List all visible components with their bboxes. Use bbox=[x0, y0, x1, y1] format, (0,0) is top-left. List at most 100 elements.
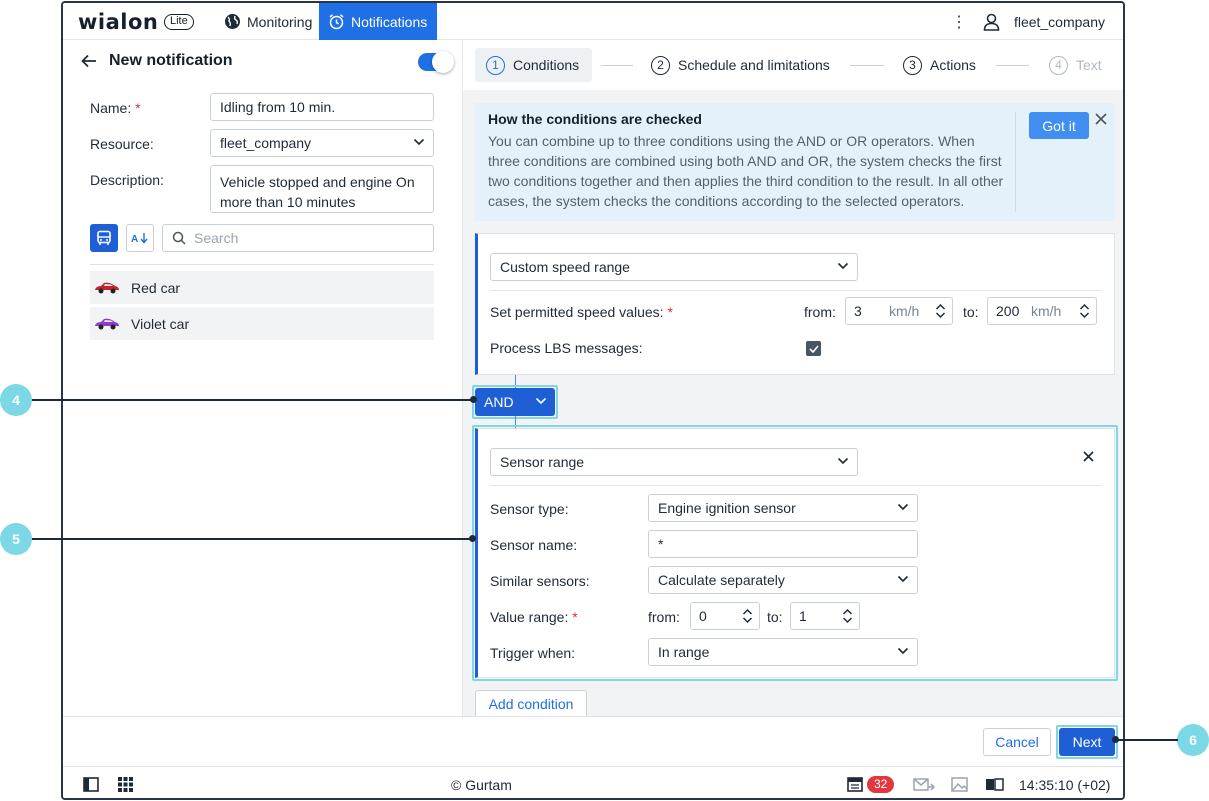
nav-notifications-label: Notifications bbox=[351, 13, 428, 30]
callout-badge: 4 bbox=[0, 384, 32, 416]
enabled-toggle[interactable] bbox=[418, 51, 454, 73]
status-bar: © Gurtam 32 14:35:10 (+02) bbox=[63, 766, 1123, 798]
sensor-name-input[interactable]: * bbox=[648, 530, 918, 558]
speed-from-input[interactable]: 3 km/h bbox=[845, 297, 953, 325]
back-arrow-icon[interactable] bbox=[81, 54, 97, 68]
lbs-label: Process LBS messages: bbox=[490, 340, 643, 356]
unit-list-item[interactable]: Violet car bbox=[90, 307, 434, 340]
unit-list-item[interactable]: Red car bbox=[90, 271, 434, 304]
wizard-steps: 1 Conditions 2 Schedule and limitations … bbox=[463, 40, 1123, 90]
condition-card-sensor: Sensor range Sensor type: Engine ignitio… bbox=[475, 428, 1115, 678]
chevron-down-icon bbox=[837, 262, 849, 270]
operator-select[interactable]: AND bbox=[475, 388, 555, 416]
step-connector bbox=[996, 65, 1029, 66]
search-icon bbox=[172, 231, 186, 245]
step-actions[interactable]: 3 Actions bbox=[903, 48, 976, 82]
unit-name: Violet car bbox=[131, 315, 190, 332]
top-right-area: ⋮ fleet_company bbox=[949, 3, 1105, 40]
stepper-icon[interactable] bbox=[935, 302, 946, 320]
events-icon[interactable] bbox=[847, 777, 863, 792]
search-input[interactable]: Search bbox=[162, 224, 434, 252]
name-input[interactable]: Idling from 10 min. bbox=[210, 93, 434, 121]
red-car-icon bbox=[95, 282, 119, 293]
page-title: New notification bbox=[109, 52, 233, 69]
sensor-type-select[interactable]: Engine ignition sensor bbox=[648, 494, 918, 522]
sensor-name-label: Sensor name: bbox=[490, 537, 578, 553]
speed-to-input[interactable]: 200 km/h bbox=[987, 297, 1097, 325]
range-to-label: to: bbox=[767, 609, 783, 625]
speed-label: Set permitted speed values: * bbox=[490, 304, 673, 320]
lbs-checkbox[interactable] bbox=[806, 341, 821, 356]
condition-type-select[interactable]: Custom speed range bbox=[490, 253, 858, 281]
image-icon[interactable] bbox=[951, 777, 968, 792]
trigger-when-select[interactable]: In range bbox=[648, 638, 918, 666]
wizard-panel: 1 Conditions 2 Schedule and limitations … bbox=[463, 40, 1123, 716]
condition-type-select[interactable]: Sensor range bbox=[490, 448, 858, 476]
stepper-icon[interactable] bbox=[842, 607, 853, 625]
wizard-footer: Cancel Next bbox=[63, 716, 1123, 766]
remove-condition-icon[interactable] bbox=[1083, 451, 1094, 462]
chevron-down-icon bbox=[897, 503, 909, 511]
copyright: © Gurtam bbox=[451, 777, 512, 793]
description-textarea[interactable]: Vehicle stopped and engine On more than … bbox=[210, 165, 434, 213]
apps-grid-icon[interactable] bbox=[118, 777, 133, 792]
username[interactable]: fleet_company bbox=[1014, 14, 1105, 30]
book-icon[interactable] bbox=[985, 778, 1004, 791]
svg-text:A: A bbox=[131, 234, 138, 244]
bus-icon bbox=[97, 230, 111, 245]
close-icon[interactable] bbox=[1095, 113, 1107, 125]
step-schedule[interactable]: 2 Schedule and limitations bbox=[651, 48, 830, 82]
sensor-type-label: Sensor type: bbox=[490, 501, 569, 517]
callout-dot bbox=[1112, 736, 1119, 743]
user-icon[interactable] bbox=[983, 13, 1000, 31]
range-from-label: from: bbox=[648, 609, 680, 625]
range-from-input[interactable]: 0 bbox=[690, 602, 760, 630]
chevron-down-icon bbox=[413, 138, 425, 146]
divider bbox=[490, 485, 1101, 486]
info-banner: How the conditions are checked You can c… bbox=[475, 103, 1115, 221]
step-conditions[interactable]: 1 Conditions bbox=[475, 48, 593, 82]
violet-car-icon bbox=[95, 318, 119, 329]
events-count-badge: 32 bbox=[867, 776, 895, 793]
add-condition-button[interactable]: Add condition bbox=[475, 690, 587, 716]
callout-line bbox=[32, 399, 473, 401]
stepper-icon[interactable] bbox=[742, 607, 753, 625]
mail-forward-icon[interactable] bbox=[913, 778, 935, 792]
range-to-input[interactable]: 1 bbox=[790, 602, 860, 630]
speed-from-label: from: bbox=[804, 304, 836, 320]
nav-monitoring[interactable]: Monitoring bbox=[215, 3, 321, 40]
value-range-label: Value range: * bbox=[490, 609, 578, 625]
resource-select[interactable]: fleet_company bbox=[210, 129, 434, 157]
chevron-down-icon bbox=[897, 647, 909, 655]
resource-label: Resource: bbox=[90, 136, 154, 152]
wialon-logo[interactable]: wialon bbox=[78, 10, 158, 34]
chevron-down-icon bbox=[837, 457, 849, 465]
cancel-button[interactable]: Cancel bbox=[983, 728, 1051, 756]
similar-sensors-select[interactable]: Calculate separately bbox=[648, 566, 918, 594]
globe-icon bbox=[225, 14, 240, 29]
condition-card-speed: Custom speed range Set permitted speed v… bbox=[475, 233, 1115, 375]
info-text: You can combine up to three conditions u… bbox=[488, 133, 1004, 209]
sort-button[interactable]: A bbox=[126, 224, 154, 252]
nav-notifications[interactable]: Notifications bbox=[319, 3, 437, 40]
top-bar: wialon Lite Monitoring Notifications ⋮ f… bbox=[63, 3, 1123, 40]
next-button[interactable]: Next bbox=[1059, 728, 1115, 756]
chevron-down-icon bbox=[535, 397, 547, 405]
similar-sensors-label: Similar sensors: bbox=[490, 573, 590, 589]
nav-monitoring-label: Monitoring bbox=[247, 13, 313, 30]
stepper-icon[interactable] bbox=[1079, 302, 1090, 320]
panel-header: New notification bbox=[81, 52, 233, 70]
clock: 14:35:10 (+02) bbox=[1019, 777, 1111, 793]
step-text: 4 Text bbox=[1049, 48, 1102, 82]
got-it-button[interactable]: Got it bbox=[1029, 112, 1089, 139]
toggle-panel-icon[interactable] bbox=[83, 777, 99, 792]
checkmark-icon bbox=[808, 344, 819, 353]
divider bbox=[1015, 112, 1016, 212]
divider bbox=[90, 264, 434, 265]
search-placeholder: Search bbox=[194, 230, 239, 246]
callout-line bbox=[1116, 739, 1178, 741]
sort-az-icon: A bbox=[131, 233, 148, 244]
more-menu-icon[interactable]: ⋮ bbox=[949, 12, 969, 32]
filter-units-button[interactable] bbox=[90, 224, 118, 252]
notification-properties-panel: New notification Name: * Idling from 10 … bbox=[63, 40, 463, 716]
